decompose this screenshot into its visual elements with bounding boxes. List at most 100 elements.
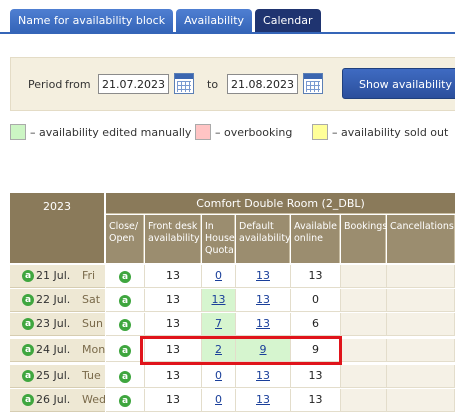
in-house-link[interactable]: 13 [212,293,226,306]
date-cell: a 24 Jul. Mon [10,339,105,362]
status-icon[interactable]: a [119,345,131,357]
status-icon[interactable]: a [119,271,131,283]
close-open-cell[interactable]: a [106,289,145,312]
table-row: a 22 Jul. Sat a 13 13 13 0 [10,289,455,312]
tab-calendar[interactable]: Calendar [255,9,321,32]
date-cell: a 21 Jul. Fri [10,265,105,288]
bookings-cell [341,265,387,288]
in-house-cell: 13 [202,289,236,312]
from-label: from [65,78,91,91]
from-date-input[interactable] [98,74,169,94]
weekday-label: Fri [82,269,96,282]
period-panel: Period from to Show availability [10,57,455,111]
close-open-cell[interactable]: a [106,389,145,412]
in-house-cell: 0 [202,389,236,412]
close-open-cell[interactable]: a [106,313,145,336]
cancellations-cell [387,365,455,388]
col-header-in-house-quota: In House Quota [202,215,235,263]
tab-bar: Name for availability block Availability… [10,9,321,32]
weekday-label: Sat [82,293,101,306]
date-label: 25 Jul. [36,369,71,382]
front-desk-cell: 13 [145,365,202,388]
period-label: Period [28,78,63,91]
default-availability-link[interactable]: 13 [256,293,270,306]
date-label: 21 Jul. [36,269,71,282]
available-online-cell: 13 [291,389,341,412]
legend-swatch-manual [10,124,26,140]
default-availability-cell: 13 [236,265,291,288]
tab-name-for-availability-block[interactable]: Name for availability block [10,9,174,32]
status-icon: a [22,294,34,306]
room-header: Comfort Double Room (2_DBL) [106,193,455,214]
default-availability-cell: 13 [236,289,291,312]
in-house-link[interactable]: 0 [215,369,222,382]
weekday-label: Sun [82,317,103,330]
in-house-link[interactable]: 0 [215,393,222,406]
status-icon: a [22,270,34,282]
legend-swatch-sold-out [312,124,328,140]
cancellations-cell [387,289,455,312]
legend-overbooking-text: – overbooking [215,126,293,139]
in-house-link[interactable]: 0 [215,269,222,282]
cancellations-cell [387,313,455,336]
legend-swatch-overbooking [195,124,211,140]
bookings-cell [341,289,387,312]
bookings-cell [341,389,387,412]
close-open-cell[interactable]: a [106,365,145,388]
date-label: 24 Jul. [36,343,71,356]
default-availability-link[interactable]: 13 [256,269,270,282]
tab-underline [0,32,455,34]
status-icon: a [22,318,34,330]
date-label: 23 Jul. [36,317,71,330]
cancellations-cell [387,389,455,412]
date-cell: a 26 Jul. Wed [10,389,106,412]
date-cell: a 22 Jul. Sat [10,289,105,312]
date-label: 22 Jul. [36,293,71,306]
available-online-cell: 6 [291,313,341,336]
calendar-icon[interactable] [174,73,194,94]
status-icon[interactable]: a [119,371,131,383]
available-online-cell: 13 [291,265,341,288]
front-desk-cell: 13 [145,289,202,312]
col-header-close-open: Close/ Open [106,215,144,263]
default-availability-cell: 13 [236,389,291,412]
status-icon: a [22,394,34,406]
date-cell: a 23 Jul. Sun [10,313,105,336]
to-date-input[interactable] [227,74,298,94]
table-row: a 23 Jul. Sun a 13 7 13 6 [10,313,455,336]
default-availability-link[interactable]: 13 [256,317,270,330]
front-desk-cell: 13 [145,389,202,412]
col-header-front-desk: Front desk availability [145,215,201,263]
year-label: 2023 [43,200,71,213]
available-online-cell: 13 [291,365,341,388]
show-availability-button[interactable]: Show availability [342,68,455,99]
col-header-default-availability: Default availability [236,215,291,263]
col-header-bookings: Bookings [341,215,387,263]
calendar-icon[interactable] [303,73,323,94]
status-icon[interactable]: a [119,295,131,307]
available-online-cell: 0 [291,289,341,312]
close-open-cell[interactable]: a [106,265,145,288]
bookings-cell [341,365,387,388]
in-house-link[interactable]: 7 [215,317,222,330]
legend-manual-text: – availability edited manually [30,126,192,139]
year-header: 2023 [10,193,105,263]
default-availability-link[interactable]: 13 [256,369,270,382]
status-icon: a [22,344,34,356]
bookings-cell [341,313,387,336]
bookings-cell [341,339,387,362]
status-icon[interactable]: a [119,395,131,407]
front-desk-cell: 13 [145,265,202,288]
table-row: a 26 Jul. Wed a 13 0 13 13 [10,389,455,412]
default-availability-link[interactable]: 13 [256,393,270,406]
tab-availability[interactable]: Availability [176,9,253,32]
status-icon[interactable]: a [119,319,131,331]
in-house-cell: 0 [202,265,236,288]
date-cell: a 25 Jul. Tue [10,365,105,388]
date-label: 26 Jul. [36,393,71,406]
cancellations-cell [387,339,455,362]
default-availability-cell: 13 [236,365,291,388]
front-desk-cell: 13 [145,313,202,336]
weekday-label: Wed [82,393,106,406]
col-header-cancellations: Cancellations [387,215,455,263]
